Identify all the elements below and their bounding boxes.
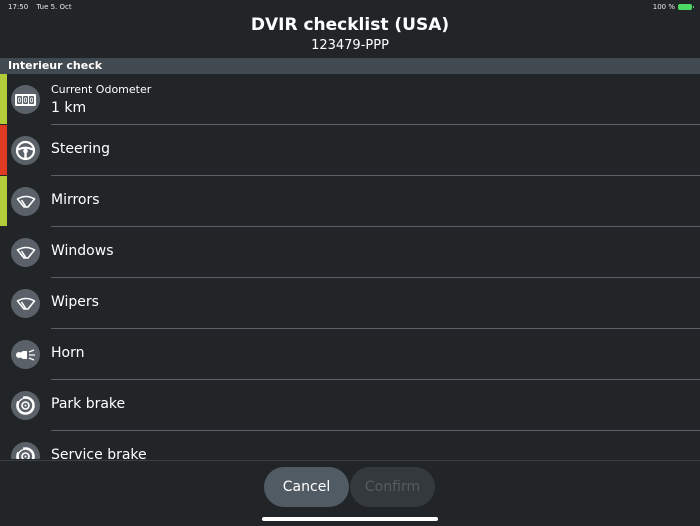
horn-icon: [11, 340, 40, 369]
windshield-wiper-icon: [11, 238, 40, 267]
checklist: Current Odometer 1 km Steering Mirrors W…: [0, 74, 700, 459]
home-indicator[interactable]: [262, 517, 438, 521]
status-indicator-ok: [0, 176, 7, 226]
checklist-item-steering[interactable]: Steering: [0, 125, 700, 176]
status-indicator-ok: [0, 74, 7, 124]
page-header: DVIR checklist (USA) 123479-PPP: [0, 14, 700, 55]
status-date: Tue 5. Oct: [36, 3, 72, 11]
windshield-wiper-icon: [11, 289, 40, 318]
item-label: Wipers: [51, 294, 99, 310]
brake-disc-icon: [11, 442, 40, 459]
odometer-row[interactable]: Current Odometer 1 km: [0, 74, 700, 125]
odometer-label: Current Odometer: [51, 83, 152, 96]
item-label: Mirrors: [51, 192, 100, 208]
checklist-item-windows[interactable]: Windows: [0, 227, 700, 278]
confirm-button[interactable]: Confirm: [350, 467, 435, 507]
checklist-item-mirrors[interactable]: Mirrors: [0, 176, 700, 227]
status-time: 17:50: [8, 3, 29, 11]
item-label: Windows: [51, 243, 114, 259]
status-bar: 17:50 Tue 5. Oct 100 %: [0, 0, 700, 14]
odometer-value: 1 km: [51, 100, 87, 116]
checklist-item-park-brake[interactable]: Park brake: [0, 380, 700, 431]
section-header: Interieur check: [0, 58, 700, 74]
item-label: Service brake: [51, 447, 147, 459]
battery-percent: 100 %: [652, 3, 675, 11]
item-label: Park brake: [51, 396, 126, 412]
status-indicator-defect: [0, 125, 7, 175]
steering-wheel-icon: [11, 136, 40, 165]
item-label: Steering: [51, 141, 111, 157]
checklist-item-horn[interactable]: Horn: [0, 329, 700, 380]
status-right: 100 %: [652, 3, 694, 11]
brake-disc-icon: [11, 391, 40, 420]
windshield-wiper-icon: [11, 187, 40, 216]
section-title: Interieur check: [8, 59, 103, 72]
checklist-item-wipers[interactable]: Wipers: [0, 278, 700, 329]
odometer-icon: [11, 85, 40, 114]
status-left: 17:50 Tue 5. Oct: [8, 3, 72, 11]
battery-icon: [678, 4, 694, 10]
item-label: Horn: [51, 345, 85, 361]
page-title: DVIR checklist (USA): [250, 15, 450, 35]
cancel-button[interactable]: Cancel: [264, 467, 349, 507]
checklist-item-service-brake[interactable]: Service brake: [0, 431, 700, 459]
vehicle-id: 123479-PPP: [311, 38, 389, 53]
